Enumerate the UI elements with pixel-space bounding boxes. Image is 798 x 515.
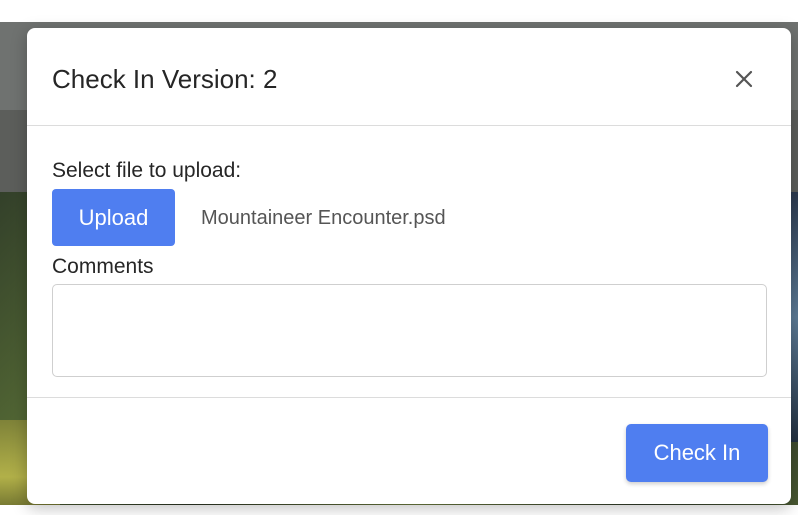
- check-in-button[interactable]: Check In: [626, 424, 768, 482]
- dialog-footer: Check In: [27, 397, 791, 504]
- check-in-dialog: Check In Version: 2 Select file to uploa…: [27, 28, 791, 504]
- close-icon: [735, 70, 753, 88]
- select-file-label: Select file to upload:: [52, 159, 242, 182]
- comments-label: Comments: [52, 255, 154, 278]
- dialog-header: Check In Version: 2: [27, 28, 791, 126]
- selected-file-name: Mountaineer Encounter.psd: [201, 207, 446, 229]
- upload-button[interactable]: Upload: [52, 189, 175, 246]
- dialog-title: Check In Version: 2: [52, 64, 278, 94]
- close-button[interactable]: [729, 64, 759, 94]
- background-topbar: [0, 0, 798, 22]
- comments-textarea[interactable]: [52, 284, 767, 377]
- background-bottom-strip: [0, 505, 798, 515]
